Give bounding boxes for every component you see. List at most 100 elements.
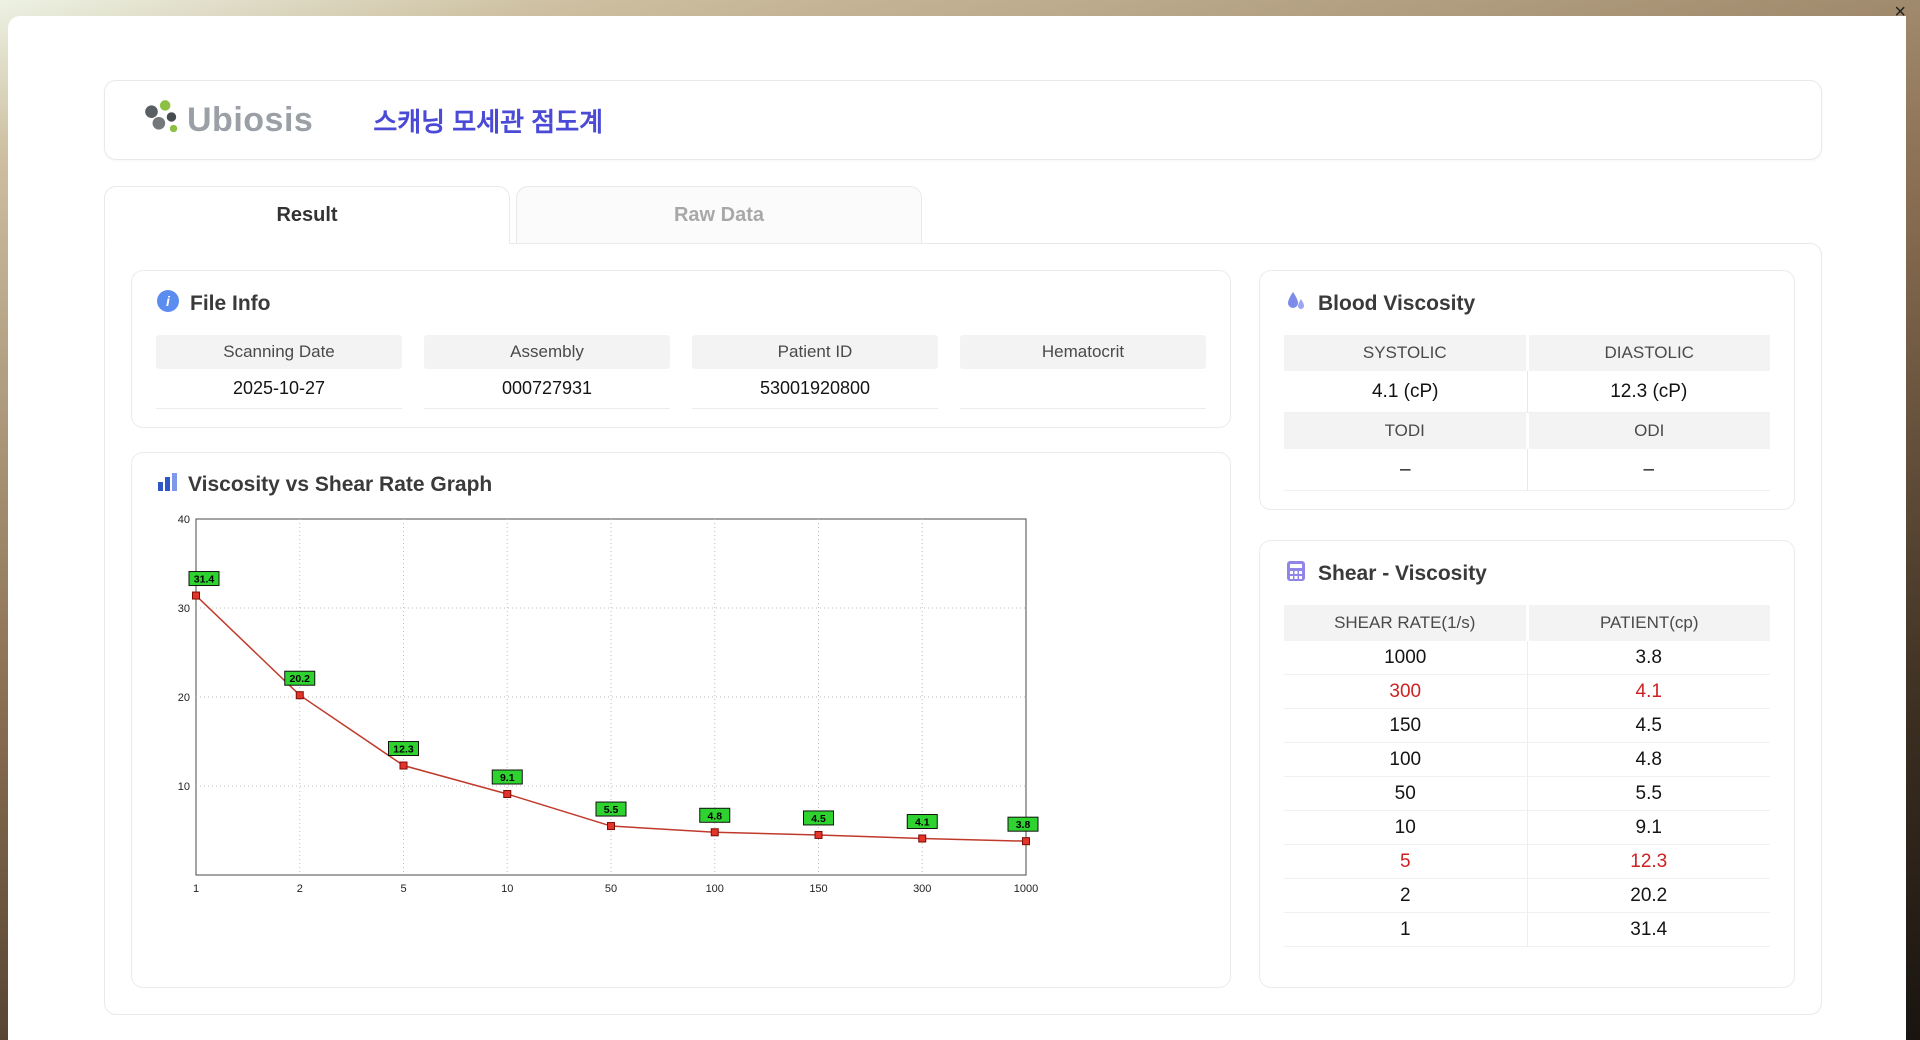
table-row: 2 20.2 <box>1284 879 1770 913</box>
svg-text:10: 10 <box>501 883 513 895</box>
table-row: 1 31.4 <box>1284 913 1770 947</box>
left-column: i File Info Scanning Date 2025-10-27 Ass… <box>131 270 1231 988</box>
table-row: 1000 3.8 <box>1284 641 1770 675</box>
field-label: Patient ID <box>692 335 938 369</box>
svg-text:5: 5 <box>400 883 406 895</box>
diastolic-value: 12.3 (cP) <box>1527 371 1771 413</box>
svg-text:300: 300 <box>913 883 931 895</box>
diastolic-header: DIASTOLIC <box>1529 335 1771 371</box>
svg-text:5.5: 5.5 <box>604 804 619 816</box>
shear-rate-value: 1000 <box>1284 641 1527 675</box>
shear-rate-value: 150 <box>1284 709 1527 743</box>
patient-viscosity-value: 4.1 <box>1527 675 1771 709</box>
table-header-row: SYSTOLIC DIASTOLIC <box>1284 335 1770 371</box>
file-info-title: File Info <box>190 292 271 316</box>
svg-text:20.2: 20.2 <box>290 673 311 685</box>
patient-header: PATIENT(cp) <box>1529 605 1771 641</box>
svg-text:12.3: 12.3 <box>393 744 414 756</box>
shear-viscosity-table: SHEAR RATE(1/s) PATIENT(cp) 1000 3.8 300… <box>1284 605 1770 947</box>
svg-text:3.8: 3.8 <box>1016 819 1031 831</box>
patient-viscosity-value: 4.8 <box>1527 743 1771 777</box>
patient-viscosity-value: 5.5 <box>1527 777 1771 811</box>
info-icon: i <box>156 289 180 319</box>
shear-viscosity-card: Shear - Viscosity SHEAR RATE(1/s) PATIEN… <box>1259 540 1795 988</box>
chart-area: 102030401251050100150300100031.420.212.3… <box>156 509 1206 906</box>
svg-text:1: 1 <box>193 883 199 895</box>
shear-rate-value: 100 <box>1284 743 1527 777</box>
graph-title-row: Viscosity vs Shear Rate Graph <box>156 471 1206 499</box>
calculator-icon <box>1284 559 1308 589</box>
todi-value: – <box>1284 449 1527 491</box>
table-header-row: TODI ODI <box>1284 413 1770 449</box>
table-row: – – <box>1284 449 1770 491</box>
file-info-fields: Scanning Date 2025-10-27 Assembly 000727… <box>156 335 1206 409</box>
header: Ubiosis 스캐닝 모세관 점도계 <box>104 80 1822 160</box>
tab-result[interactable]: Result <box>104 186 510 244</box>
droplet-icon <box>1284 289 1308 319</box>
svg-text:40: 40 <box>178 514 190 526</box>
svg-text:1000: 1000 <box>1014 883 1038 895</box>
table-row: 150 4.5 <box>1284 709 1770 743</box>
field-value: 000727931 <box>424 369 670 409</box>
table-row: 10 9.1 <box>1284 811 1770 845</box>
tab-raw-data[interactable]: Raw Data <box>516 186 922 244</box>
blood-viscosity-table: SYSTOLIC DIASTOLIC 4.1 (cP) 12.3 (cP) TO… <box>1284 335 1770 491</box>
field-label: Assembly <box>424 335 670 369</box>
odi-value: – <box>1527 449 1771 491</box>
table-row: 300 4.1 <box>1284 675 1770 709</box>
field-assembly: Assembly 000727931 <box>424 335 670 409</box>
svg-text:50: 50 <box>605 883 617 895</box>
svg-text:100: 100 <box>706 883 724 895</box>
field-value: 53001920800 <box>692 369 938 409</box>
field-hematocrit: Hematocrit <box>960 335 1206 409</box>
logo-dots-icon <box>141 97 183 144</box>
field-label: Scanning Date <box>156 335 402 369</box>
systolic-value: 4.1 (cP) <box>1284 371 1527 413</box>
page-title: 스캐닝 모세관 점도계 <box>373 102 603 139</box>
field-value: 2025-10-27 <box>156 369 402 409</box>
svg-text:9.1: 9.1 <box>500 772 515 784</box>
app-window: Ubiosis 스캐닝 모세관 점도계 Result Raw Data i <box>8 16 1906 1040</box>
svg-text:4.8: 4.8 <box>707 810 722 822</box>
systolic-header: SYSTOLIC <box>1284 335 1526 371</box>
odi-header: ODI <box>1529 413 1771 449</box>
blood-viscosity-title: Blood Viscosity <box>1318 292 1475 316</box>
logo: Ubiosis <box>141 97 313 144</box>
svg-text:20: 20 <box>178 692 190 704</box>
file-info-card: i File Info Scanning Date 2025-10-27 Ass… <box>131 270 1231 428</box>
field-scanning-date: Scanning Date 2025-10-27 <box>156 335 402 409</box>
shear-rate-header: SHEAR RATE(1/s) <box>1284 605 1526 641</box>
shear-rate-value: 300 <box>1284 675 1527 709</box>
table-row: 50 5.5 <box>1284 777 1770 811</box>
table-row: 4.1 (cP) 12.3 (cP) <box>1284 371 1770 413</box>
patient-viscosity-value: 4.5 <box>1527 709 1771 743</box>
blood-viscosity-card: Blood Viscosity SYSTOLIC DIASTOLIC 4.1 (… <box>1259 270 1795 510</box>
right-column: Blood Viscosity SYSTOLIC DIASTOLIC 4.1 (… <box>1259 270 1795 988</box>
result-panel: i File Info Scanning Date 2025-10-27 Ass… <box>104 243 1822 1015</box>
svg-text:10: 10 <box>178 781 190 793</box>
shear-rate-value: 1 <box>1284 913 1527 947</box>
svg-text:30: 30 <box>178 603 190 615</box>
close-icon[interactable]: × <box>1894 1 1906 23</box>
viscosity-chart: 102030401251050100150300100031.420.212.3… <box>162 509 1062 901</box>
shear-viscosity-title-row: Shear - Viscosity <box>1284 559 1770 589</box>
table-header-row: SHEAR RATE(1/s) PATIENT(cp) <box>1284 605 1770 641</box>
table-row: 5 12.3 <box>1284 845 1770 879</box>
field-label: Hematocrit <box>960 335 1206 369</box>
svg-text:2: 2 <box>297 883 303 895</box>
svg-text:150: 150 <box>809 883 827 895</box>
patient-viscosity-value: 12.3 <box>1527 845 1771 879</box>
file-info-title-row: i File Info <box>156 289 1206 319</box>
todi-header: TODI <box>1284 413 1526 449</box>
shear-rate-value: 50 <box>1284 777 1527 811</box>
tab-bar: Result Raw Data <box>104 186 1906 244</box>
patient-viscosity-value: 3.8 <box>1527 641 1771 675</box>
field-value <box>960 369 1206 409</box>
shear-viscosity-title: Shear - Viscosity <box>1318 562 1487 586</box>
field-patient-id: Patient ID 53001920800 <box>692 335 938 409</box>
shear-rate-value: 2 <box>1284 879 1527 913</box>
svg-text:4.5: 4.5 <box>811 813 826 825</box>
patient-viscosity-value: 20.2 <box>1527 879 1771 913</box>
logo-text: Ubiosis <box>187 101 313 140</box>
shear-rate-value: 5 <box>1284 845 1527 879</box>
